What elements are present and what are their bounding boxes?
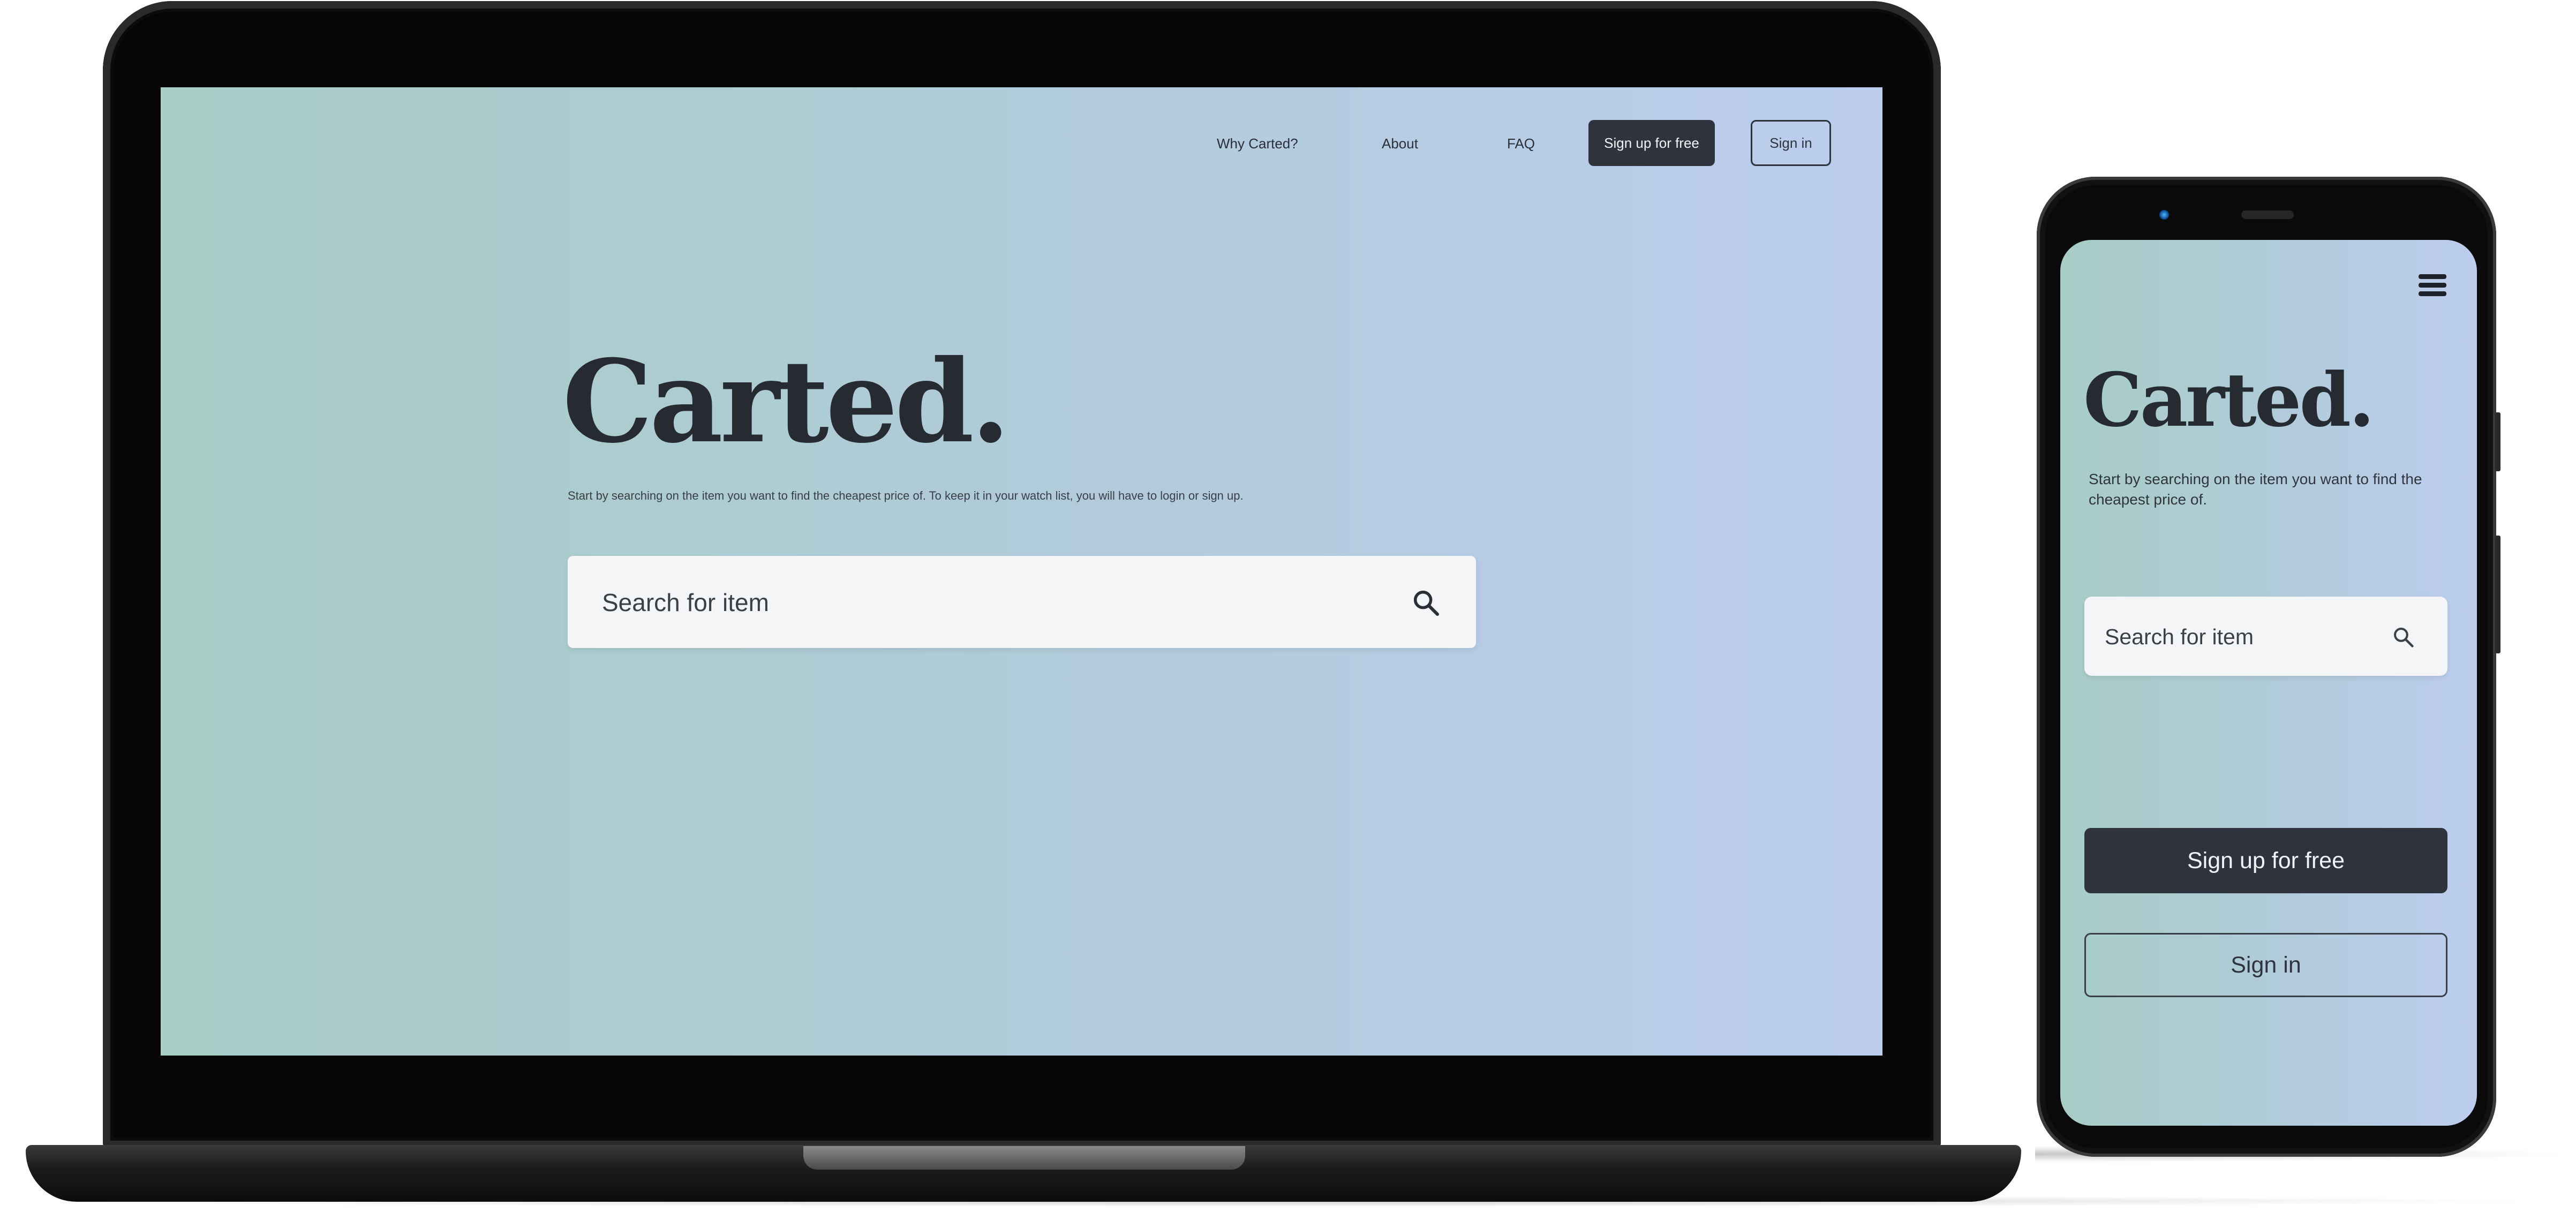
hamburger-menu-icon[interactable] [2419,274,2446,300]
nav-link-why-carted[interactable]: Why Carted? [1217,135,1298,152]
search-input-mobile[interactable]: Search for item [2084,597,2447,676]
brand-title: Carted. [562,335,1011,468]
search-input[interactable]: Search for item [568,556,1476,648]
page-subtitle-mobile: Start by searching on the item you want … [2089,471,2422,508]
search-icon[interactable] [2392,626,2415,649]
laptop-hinge-notch [803,1146,1245,1170]
nav-link-about[interactable]: About [1382,135,1418,152]
phone-camera [2159,210,2169,220]
signin-button[interactable]: Sign in [1751,120,1831,166]
signup-button-mobile[interactable]: Sign up for free [2084,828,2447,893]
phone-side-button [2495,412,2500,471]
phone-volume-button [2495,536,2500,653]
signup-button[interactable]: Sign up for free [1588,120,1715,166]
nav-link-faq[interactable]: FAQ [1507,135,1535,152]
brand-title-mobile: Carted. [2083,356,2375,443]
signin-button-mobile[interactable]: Sign in [2084,933,2447,997]
search-placeholder: Search for item [602,589,769,616]
search-placeholder-mobile: Search for item [2105,624,2254,649]
page-subtitle: Start by searching on the item you want … [568,489,1244,502]
phone-speaker [2241,210,2294,219]
search-icon[interactable] [1411,588,1441,618]
